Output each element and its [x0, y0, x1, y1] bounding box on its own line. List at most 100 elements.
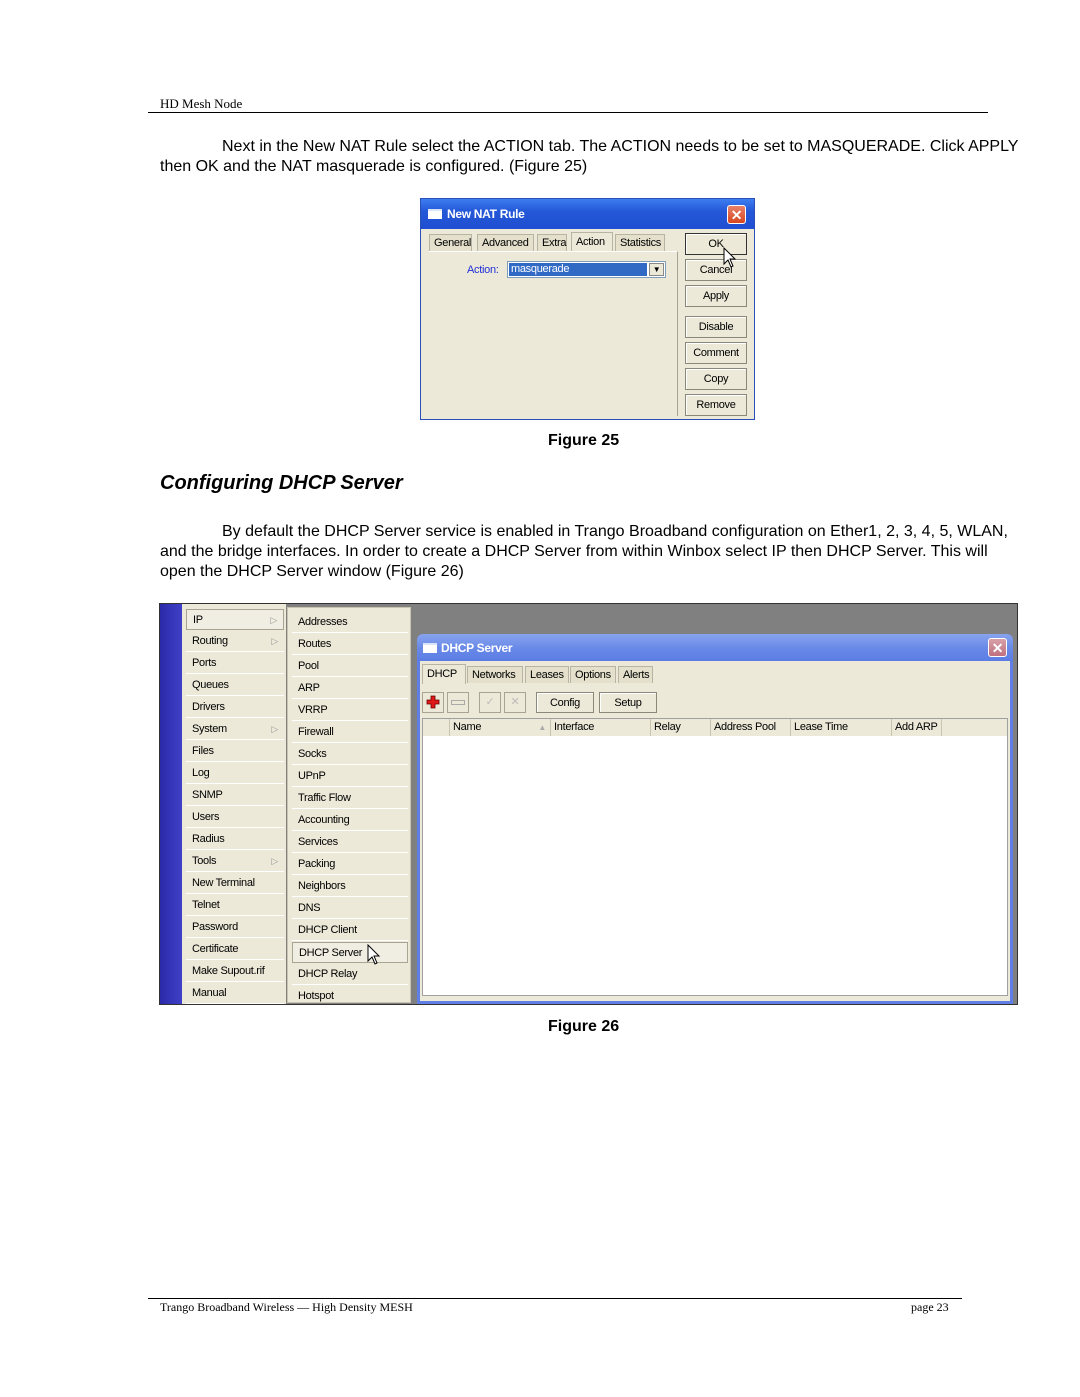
disable-button[interactable]: ✕ [504, 692, 526, 713]
main-menu: IP ▷ Routing ▷ Ports Queues Drivers System ▷ File… [182, 604, 286, 1004]
submenu-item-socks[interactable]: Socks [292, 744, 408, 765]
submenu-item-services[interactable]: Services [292, 832, 408, 853]
winbox-screenshot: IP ▷ Routing ▷ Ports Queues Drivers System ▷ File… [159, 603, 1018, 1005]
submenu-item-hotspot[interactable]: Hotspot [292, 986, 408, 1004]
submenu-item-firewall[interactable]: Firewall [292, 722, 408, 743]
submenu-arrow-icon: ▷ [271, 724, 278, 734]
remove-button[interactable] [447, 692, 469, 713]
column-header-select[interactable] [423, 719, 450, 736]
tab-leases[interactable]: Leases [525, 666, 569, 683]
menu-item-ip[interactable]: IP ▷ [186, 609, 284, 630]
tab-strip: General Advanced Extra Action Statistics [429, 232, 669, 252]
submenu-item-arp[interactable]: ARP [292, 678, 408, 699]
submenu-arrow-icon: ▷ [270, 615, 277, 625]
submenu-item-dhcp-server[interactable]: DHCP Server [292, 942, 408, 963]
menu-item-manual[interactable]: Manual [186, 983, 284, 1004]
menu-item-label: Password [192, 921, 238, 933]
close-button[interactable]: ✕ [988, 638, 1007, 657]
submenu-item-traffic-flow[interactable]: Traffic Flow [292, 788, 408, 809]
plus-icon [426, 695, 440, 709]
minus-icon [451, 700, 465, 705]
cancel-button[interactable]: Cancel [685, 259, 747, 281]
menu-item-label: SNMP [192, 789, 223, 801]
menu-item-users[interactable]: Users [186, 807, 284, 828]
tab-options[interactable]: Options [570, 666, 616, 683]
menu-item-routing[interactable]: Routing ▷ [186, 631, 284, 652]
tab-dhcp[interactable]: DHCP [422, 664, 466, 684]
column-header-lease-time[interactable]: Lease Time [791, 719, 892, 736]
submenu-item-dns[interactable]: DNS [292, 898, 408, 919]
submenu-item-routes[interactable]: Routes [292, 634, 408, 655]
menu-item-label: Manual [192, 987, 227, 999]
intro-text: Next in the New NAT Rule select the ACTI… [160, 138, 1019, 175]
column-header-filler [942, 719, 1007, 736]
mouse-cursor-icon [723, 247, 737, 268]
dhcp-text: By default the DHCP Server service is en… [160, 523, 1008, 580]
column-header-name[interactable]: Name ▲ [450, 719, 551, 736]
menu-item-label: Tools [192, 855, 217, 867]
menu-item-ports[interactable]: Ports [186, 653, 284, 674]
action-label: Action: [467, 264, 499, 276]
action-select[interactable]: masquerade ▼ [507, 261, 666, 278]
menu-item-radius[interactable]: Radius [186, 829, 284, 850]
column-header-address-pool[interactable]: Address Pool [711, 719, 791, 736]
disable-button[interactable]: Disable [685, 316, 747, 338]
menu-item-label: Radius [192, 833, 225, 845]
column-header-add-arp[interactable]: Add ARP [892, 719, 942, 736]
menu-item-files[interactable]: Files [186, 741, 284, 762]
menu-item-drivers[interactable]: Drivers [186, 697, 284, 718]
ok-button[interactable]: OK [685, 233, 747, 255]
apply-button[interactable]: Apply [685, 285, 747, 307]
menu-item-label: IP [193, 614, 203, 626]
page-header: HD Mesh Node [160, 96, 243, 111]
tab-advanced[interactable]: Advanced [477, 234, 534, 251]
menu-item-telnet[interactable]: Telnet [186, 895, 284, 916]
mouse-cursor-icon [367, 944, 381, 965]
submenu-item-accounting[interactable]: Accounting [292, 810, 408, 831]
section-title: Configuring DHCP Server [160, 472, 403, 494]
menu-item-password[interactable]: Password [186, 917, 284, 938]
remove-button[interactable]: Remove [685, 394, 747, 416]
tab-general[interactable]: General [429, 234, 472, 251]
submenu-arrow-icon: ▷ [271, 856, 278, 866]
chevron-down-icon[interactable]: ▼ [649, 263, 664, 276]
menu-item-new-terminal[interactable]: New Terminal [186, 873, 284, 894]
submenu-item-dhcp-client[interactable]: DHCP Client [292, 920, 408, 941]
menu-item-certificate[interactable]: Certificate [186, 939, 284, 960]
close-button[interactable]: ✕ [727, 205, 746, 224]
tab-statistics[interactable]: Statistics [615, 234, 665, 251]
title-bar[interactable]: DHCP Server ✕ [417, 634, 1013, 661]
tab-action[interactable]: Action [571, 232, 613, 251]
column-header-relay[interactable]: Relay [651, 719, 711, 736]
config-button[interactable]: Config [536, 692, 594, 713]
submenu-item-addresses[interactable]: Addresses [292, 612, 408, 633]
submenu-item-dhcp-relay[interactable]: DHCP Relay [292, 964, 408, 985]
menu-item-log[interactable]: Log [186, 763, 284, 784]
dhcp-server-table[interactable]: Name ▲ Interface Relay Address Pool Lease… [422, 718, 1008, 996]
submenu-item-vrrp[interactable]: VRRP [292, 700, 408, 721]
menu-item-system[interactable]: System ▷ [186, 719, 284, 740]
submenu-item-packing[interactable]: Packing [292, 854, 408, 875]
add-button[interactable] [422, 692, 444, 713]
copy-button[interactable]: Copy [685, 368, 747, 390]
menu-item-snmp[interactable]: SNMP [186, 785, 284, 806]
menu-item-queues[interactable]: Queues [186, 675, 284, 696]
check-icon: ✓ [485, 696, 495, 708]
submenu-item-pool[interactable]: Pool [292, 656, 408, 677]
column-header-interface[interactable]: Interface [551, 719, 651, 736]
submenu-arrow-icon: ▷ [271, 636, 278, 646]
menu-item-make-supout-rif[interactable]: Make Supout.rif [186, 961, 284, 982]
title-bar[interactable]: New NAT Rule ✕ [421, 199, 754, 229]
submenu-item-neighbors[interactable]: Neighbors [292, 876, 408, 897]
enable-button[interactable]: ✓ [479, 692, 501, 713]
window-icon [428, 209, 442, 219]
submenu-item-upnp[interactable]: UPnP [292, 766, 408, 787]
window-body: DHCP Networks Leases Options Alerts ✓ ✕ … [420, 661, 1010, 1001]
menu-item-tools[interactable]: Tools ▷ [186, 851, 284, 872]
setup-button[interactable]: Setup [599, 692, 657, 713]
tab-alerts[interactable]: Alerts [618, 666, 653, 683]
footer-rule [148, 1298, 962, 1299]
tab-extra[interactable]: Extra [537, 234, 567, 251]
comment-button[interactable]: Comment [685, 342, 747, 364]
tab-networks[interactable]: Networks [467, 666, 523, 683]
